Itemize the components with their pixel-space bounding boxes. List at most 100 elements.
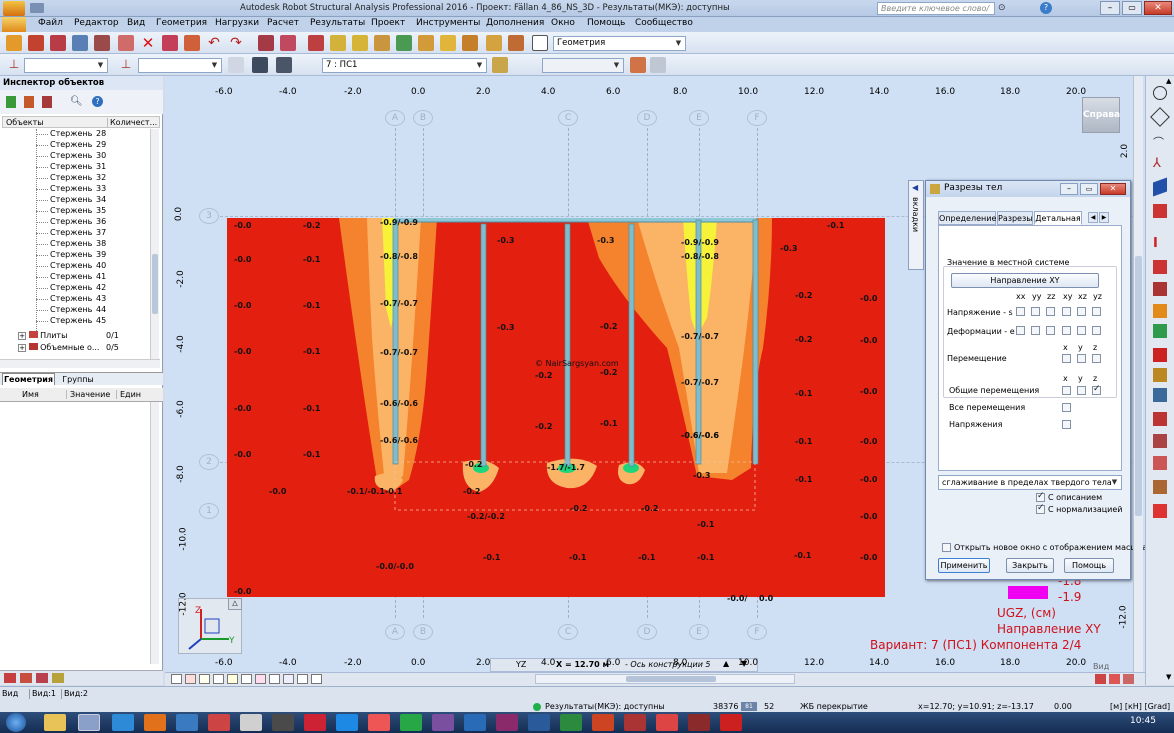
section-tool-icon[interactable]: ⌒ (1153, 134, 1167, 149)
calc-icon[interactable] (440, 35, 456, 51)
dialog-minimize-button[interactable]: – (1060, 183, 1078, 195)
taskbar-app5[interactable] (304, 714, 326, 731)
stress-zz-checkbox[interactable] (1046, 307, 1055, 316)
grid-bubble-a-top[interactable]: A (385, 110, 405, 126)
view-tab-2[interactable]: Вид:2 (61, 689, 91, 699)
menu-analysis[interactable]: Расчет (267, 18, 299, 28)
taskbar-app7[interactable] (464, 714, 486, 731)
bar-icon[interactable]: ⊥ (118, 57, 134, 73)
plane-label[interactable]: YZ (516, 660, 526, 669)
tab-scroll-left[interactable]: ◀ (1088, 212, 1098, 223)
load-icon[interactable] (1153, 348, 1167, 362)
grid-bubble-f-top[interactable]: F (747, 110, 767, 126)
dialog-maximize-button[interactable]: ▭ (1080, 183, 1098, 195)
panel-tab-strip[interactable]: ◀ вкладки (908, 180, 924, 270)
taskbar-viber[interactable] (432, 714, 454, 731)
taskbar-whatsapp[interactable] (400, 714, 422, 731)
menu-community[interactable]: Сообщество (635, 18, 693, 28)
cases-icon[interactable] (276, 57, 292, 73)
grid-tool-icon[interactable] (1153, 504, 1167, 518)
tree-bar-label[interactable]: Стержень (50, 316, 92, 327)
taskbar-app9[interactable] (592, 714, 614, 731)
target-icon[interactable] (352, 35, 368, 51)
grid-bubble-e-top[interactable]: E (689, 110, 709, 126)
tree-bar-label[interactable]: Стержень (50, 239, 92, 250)
props-scrollbar[interactable] (150, 402, 159, 664)
close-button[interactable]: ✕ (1144, 1, 1172, 15)
tree-bar-label[interactable]: Стержень (50, 162, 92, 173)
lock-icon[interactable] (308, 35, 324, 51)
taskbar-robot[interactable] (78, 714, 100, 731)
tables2-icon[interactable] (280, 35, 296, 51)
strain-xy-checkbox[interactable] (1062, 326, 1071, 335)
taskbar-app12[interactable] (688, 714, 710, 731)
layout-select[interactable]: Геометрия ▼ (553, 36, 686, 51)
mode-select[interactable]: ▼ (542, 58, 624, 73)
menu-addons[interactable]: Дополнения (486, 18, 544, 28)
with-normalization-checkbox[interactable] (1036, 503, 1045, 514)
tab-geometry[interactable]: Геометрия (2, 373, 55, 385)
strain-yz-checkbox[interactable] (1092, 326, 1101, 335)
bar-tool-icon[interactable] (1150, 107, 1170, 127)
tree-bar-label[interactable]: Стержень (50, 261, 92, 272)
filter-icon[interactable] (24, 96, 34, 108)
tree-bar-label[interactable]: Стержень (50, 184, 92, 195)
i-section-icon[interactable]: I (1153, 236, 1167, 251)
node-select[interactable]: ▼ (24, 58, 108, 73)
clear-filter-icon[interactable] (42, 96, 52, 108)
close-dialog-button[interactable]: Закрыть (1006, 558, 1054, 573)
disp-x-checkbox[interactable] (1062, 354, 1071, 363)
robot-app-icon[interactable] (3, 1, 25, 16)
grid-bubble-b-top[interactable]: B (413, 110, 433, 126)
taskbar-firefox[interactable] (144, 714, 166, 731)
tab-detailed[interactable]: Детальная (1034, 211, 1082, 225)
tree-bar-label[interactable]: Стержень (50, 272, 92, 283)
support-tool-icon[interactable]: ⅄ (1153, 156, 1167, 171)
taskbar-skype[interactable] (336, 714, 358, 731)
menu-file[interactable]: Файл (38, 18, 63, 28)
load-case-select[interactable]: 7 : ПС1 ▼ (322, 58, 487, 73)
material-icon[interactable] (1153, 304, 1167, 318)
right-bar-scroll-up[interactable]: ▲ (1166, 77, 1174, 87)
disp-z-checkbox[interactable] (1092, 354, 1101, 363)
viewport-hscrollbar[interactable] (535, 674, 795, 684)
panel-tool-icon[interactable] (1153, 204, 1167, 218)
tree-bar-label[interactable]: Стержень (50, 195, 92, 206)
search-binoculars-icon[interactable]: ⊙ (998, 3, 1010, 14)
calculator-icon[interactable] (374, 35, 390, 51)
tab-scroll-right[interactable]: ▶ (1099, 212, 1109, 223)
bar-select[interactable]: ▼ (138, 58, 222, 73)
apply-button[interactable]: Применить (938, 558, 990, 573)
tree-bar-label[interactable]: Стержень (50, 228, 92, 239)
graph-icon[interactable] (228, 57, 244, 73)
combination-icon[interactable] (1153, 368, 1167, 382)
taskbar-app3[interactable] (240, 714, 262, 731)
tree-scrollbar[interactable] (150, 129, 159, 359)
level-bubble-2[interactable]: 2 (199, 454, 219, 470)
node-tool-icon[interactable] (1153, 86, 1167, 100)
stress-xz-checkbox[interactable] (1077, 307, 1086, 316)
help-icon[interactable]: ? (1040, 2, 1052, 14)
prop-col-name[interactable]: Имя (22, 390, 39, 399)
report-tool-icon[interactable] (1153, 480, 1167, 494)
tree-bar-label[interactable]: Стержень (50, 173, 92, 184)
open-new-window-checkbox[interactable] (942, 543, 951, 552)
start-button[interactable] (6, 713, 26, 732)
zoom-icon[interactable] (330, 35, 346, 51)
stress-yy-checkbox[interactable] (1031, 307, 1040, 316)
tree-bar-label[interactable]: Стержень (50, 129, 92, 140)
tree-bar-label[interactable]: Стержень (50, 294, 92, 305)
col-objects[interactable]: Объекты (6, 118, 44, 127)
grid-bubble-c-top[interactable]: C (558, 110, 578, 126)
viewport-hscroll-thumb[interactable] (626, 676, 716, 682)
global-y-checkbox[interactable] (1077, 386, 1086, 395)
col-count[interactable]: Количест... (107, 118, 157, 127)
strain-xz-checkbox[interactable] (1077, 326, 1086, 335)
tree-bar-label[interactable]: Стержень (50, 151, 92, 162)
view-tab-0[interactable]: Вид (2, 689, 24, 699)
node-icon[interactable]: ⊥ (6, 57, 22, 73)
save-icon[interactable] (28, 35, 44, 51)
collapse-arrow-icon[interactable]: ◀ (912, 183, 918, 192)
tree-bar-label[interactable]: Стержень (50, 283, 92, 294)
tree-node-plates[interactable]: + Плиты (18, 331, 67, 342)
